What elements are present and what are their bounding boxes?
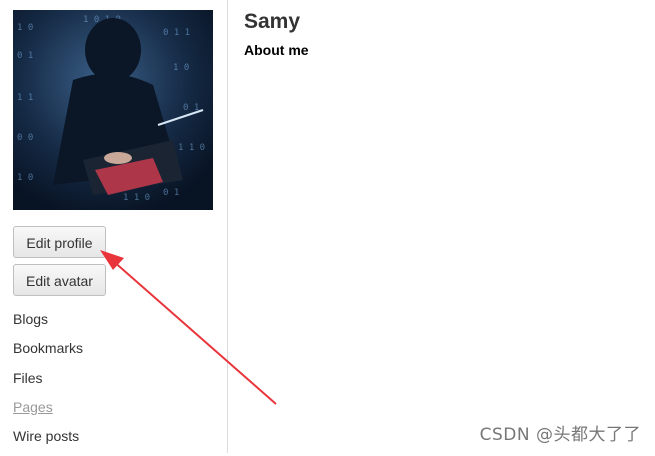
owner-block-sidebar: 1 00 11 1 0 01 0 0 1 11 00 1 1 1 00 1 1 … — [0, 0, 228, 453]
svg-text:0 1: 0 1 — [163, 188, 179, 198]
svg-text:1 1 0: 1 1 0 — [123, 193, 150, 203]
menu-item-bookmarks: Bookmarks — [13, 339, 83, 368]
edit-profile-button[interactable]: Edit profile — [13, 226, 106, 258]
menu-link-wire-posts[interactable]: Wire posts — [13, 428, 79, 444]
watermark: CSDN @头都大了了 — [479, 425, 641, 445]
profile-main: Samy About me — [244, 8, 309, 59]
svg-text:0 1 1: 0 1 1 — [163, 28, 190, 38]
menu-item-pages: Pages — [13, 398, 83, 427]
profile-name: Samy — [244, 10, 301, 33]
edit-avatar-button[interactable]: Edit avatar — [13, 264, 106, 296]
menu-link-files[interactable]: Files — [13, 370, 43, 386]
owner-menu: Blogs Bookmarks Files Pages Wire posts — [13, 310, 83, 456]
menu-link-pages[interactable]: Pages — [13, 399, 53, 415]
svg-text:1 0: 1 0 — [173, 63, 189, 73]
svg-text:1 1: 1 1 — [17, 93, 33, 103]
svg-text:1 0: 1 0 — [17, 23, 33, 33]
profile-avatar[interactable]: 1 00 11 1 0 01 0 0 1 11 00 1 1 1 00 1 1 … — [13, 10, 213, 210]
svg-text:1 0: 1 0 — [17, 173, 33, 183]
about-me-heading: About me — [244, 42, 309, 58]
svg-text:0 0: 0 0 — [17, 133, 33, 143]
svg-text:0 1: 0 1 — [17, 51, 33, 61]
menu-item-files: Files — [13, 369, 83, 398]
svg-text:1 1 0: 1 1 0 — [178, 143, 205, 153]
menu-item-blogs: Blogs — [13, 310, 83, 339]
menu-item-wire-posts: Wire posts — [13, 427, 83, 456]
menu-link-blogs[interactable]: Blogs — [13, 311, 48, 327]
avatar-image: 1 00 11 1 0 01 0 0 1 11 00 1 1 1 00 1 1 … — [13, 10, 213, 210]
menu-link-bookmarks[interactable]: Bookmarks — [13, 340, 83, 356]
